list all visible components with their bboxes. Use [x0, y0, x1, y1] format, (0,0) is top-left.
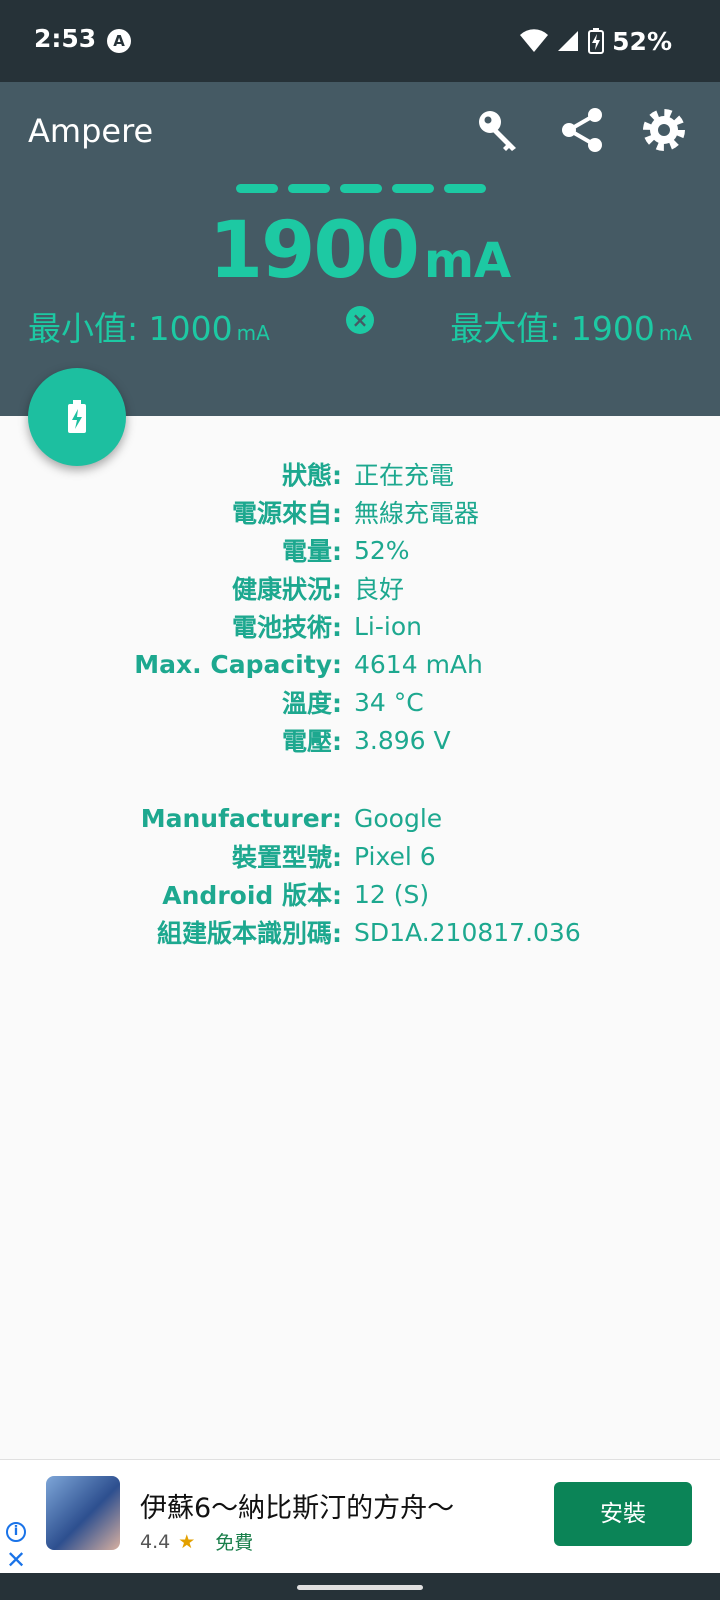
- level-dash: [340, 184, 382, 193]
- level-dash: [444, 184, 486, 193]
- info-list: 狀態: 正在充電 電源來自: 無線充電器 電量: 52% 健康狀況: 良好 電池技術: L…: [0, 455, 720, 951]
- info-value: 正在充電: [354, 461, 455, 490]
- info-label: 電源來自:: [232, 499, 342, 528]
- home-gesture-handle[interactable]: [297, 1585, 423, 1590]
- info-value: SD1A.210817.036: [354, 917, 581, 947]
- current-unit: mA: [423, 233, 512, 289]
- info-row: 電量: 52%: [0, 531, 720, 569]
- wifi-icon: [520, 29, 549, 52]
- ad-price: 免費: [215, 1532, 254, 1554]
- info-row: Max. Capacity: 4614 mAh: [0, 645, 720, 683]
- share-icon[interactable]: [554, 102, 610, 158]
- info-label: 溫度:: [282, 689, 342, 718]
- info-label: Max. Capacity:: [134, 649, 342, 679]
- info-row: 狀態: 正在充電: [0, 455, 720, 493]
- battery-fab-button[interactable]: [28, 368, 126, 466]
- info-row: 溫度: 34 °C: [0, 683, 720, 721]
- info-label: 健康狀況:: [232, 575, 342, 604]
- app-title: Ampere: [28, 112, 154, 150]
- info-value: 無線充電器: [354, 499, 480, 528]
- battery-percent: 52%: [612, 26, 672, 56]
- info-value: Li-ion: [354, 611, 422, 641]
- min-unit: mA: [236, 321, 270, 345]
- navigation-bar: [0, 1573, 720, 1600]
- min-reading: 最小值: 1000 mA: [28, 302, 270, 350]
- info-row: Manufacturer: Google: [0, 799, 720, 837]
- signal-icon: [558, 31, 579, 51]
- battery-charging-icon: [68, 400, 86, 433]
- ad-rating: 4.4: [140, 1530, 171, 1553]
- max-unit: mA: [658, 321, 692, 345]
- info-label: 電壓:: [282, 727, 342, 756]
- ad-info-icon[interactable]: i: [6, 1522, 26, 1542]
- info-value: Google: [354, 803, 443, 833]
- info-label: Manufacturer:: [140, 803, 342, 833]
- header-panel: Ampere 1900 mA 最小值: 1000 mA × 最大值: 1900 mA: [0, 82, 720, 416]
- battery-icon: [588, 28, 605, 54]
- current-value: 1900: [208, 206, 420, 296]
- info-row: 組建版本識別碼: SD1A.210817.036: [0, 913, 720, 951]
- ad-app-icon[interactable]: [46, 1476, 120, 1550]
- accessibility-a-icon: A: [107, 29, 131, 53]
- info-label: 狀態:: [282, 461, 342, 490]
- ad-banner[interactable]: i ✕ 伊蘇6～納比斯汀的方舟～ 4.4 ★ 免費 安裝: [0, 1459, 720, 1573]
- current-level-dashes: [236, 184, 486, 193]
- info-value: 4614 mAh: [354, 649, 483, 679]
- key-icon[interactable]: [470, 102, 526, 158]
- info-value: 52%: [354, 535, 410, 565]
- info-label: 電量:: [282, 537, 342, 566]
- info-value: 3.896 V: [354, 725, 451, 755]
- info-value: 12 (S): [354, 879, 430, 909]
- info-row: 電壓: 3.896 V: [0, 721, 720, 759]
- info-row: 電源來自: 無線充電器: [0, 493, 720, 531]
- info-row: 健康狀況: 良好: [0, 569, 720, 607]
- info-label: Android 版本:: [162, 881, 342, 910]
- status-icons: 52%: [520, 24, 672, 58]
- info-row: 裝置型號: Pixel 6: [0, 837, 720, 875]
- min-label: 最小值: 1000: [28, 309, 233, 348]
- info-value: 良好: [354, 575, 405, 604]
- max-label: 最大值: 1900: [450, 309, 655, 348]
- level-dash: [392, 184, 434, 193]
- max-reading: 最大值: 1900 mA: [450, 302, 692, 350]
- ad-meta: 4.4 ★ 免費: [140, 1528, 253, 1555]
- level-dash: [236, 184, 278, 193]
- current-reading: 1900 mA: [0, 206, 720, 296]
- ad-title[interactable]: 伊蘇6～納比斯汀的方舟～: [140, 1486, 454, 1525]
- level-dash: [288, 184, 330, 193]
- star-icon: ★: [178, 1530, 196, 1553]
- reset-minmax-icon[interactable]: ×: [346, 306, 374, 334]
- info-row: Android 版本: 12 (S): [0, 875, 720, 913]
- install-button[interactable]: 安裝: [554, 1482, 692, 1546]
- info-row: 電池技術: Li-ion: [0, 607, 720, 645]
- status-bar: 2:53 A 52%: [0, 0, 720, 82]
- info-label: 電池技術:: [232, 613, 342, 642]
- ad-close-icon[interactable]: ✕: [6, 1548, 26, 1572]
- info-label: 組建版本識別碼:: [157, 919, 342, 948]
- status-time: 2:53: [34, 24, 97, 53]
- info-label: 裝置型號:: [232, 843, 342, 872]
- info-value: 34 °C: [354, 687, 424, 717]
- gear-icon[interactable]: [636, 102, 692, 158]
- info-value: Pixel 6: [354, 841, 436, 871]
